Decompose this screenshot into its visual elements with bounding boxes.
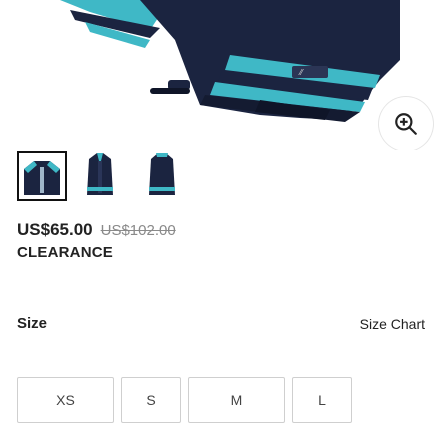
current-price: US$65.00: [17, 220, 93, 239]
thumbnail-1[interactable]: [17, 151, 67, 201]
clearance-badge: CLEARANCE: [17, 244, 113, 261]
original-price: US$102.00: [100, 222, 176, 239]
zoom-button[interactable]: [379, 97, 433, 150]
jacket-image: ⁄⁄: [60, 0, 400, 122]
product-page: ⁄⁄ US$65.00 US$102.00 CLEARANCE Size Siz…: [0, 0, 441, 435]
size-label: Size: [17, 315, 48, 332]
size-chart-link[interactable]: Size Chart: [360, 316, 425, 332]
thumbnail-3-image: [149, 153, 175, 195]
thumbnail-strip: [17, 151, 199, 201]
thumbnail-1-image: [20, 155, 64, 199]
zoom-in-icon: [395, 113, 417, 135]
product-hero-image[interactable]: ⁄⁄: [0, 0, 441, 150]
thumbnail-3[interactable]: [139, 151, 185, 197]
size-option-s[interactable]: S: [121, 377, 181, 423]
size-option-xs[interactable]: XS: [17, 377, 114, 423]
size-options: XS S M L: [17, 377, 352, 423]
thumbnail-2[interactable]: [77, 151, 123, 197]
price-row: US$65.00 US$102.00: [17, 220, 176, 240]
thumbnail-2-image: [87, 153, 113, 195]
size-option-l[interactable]: L: [292, 377, 352, 423]
size-option-m[interactable]: M: [188, 377, 285, 423]
